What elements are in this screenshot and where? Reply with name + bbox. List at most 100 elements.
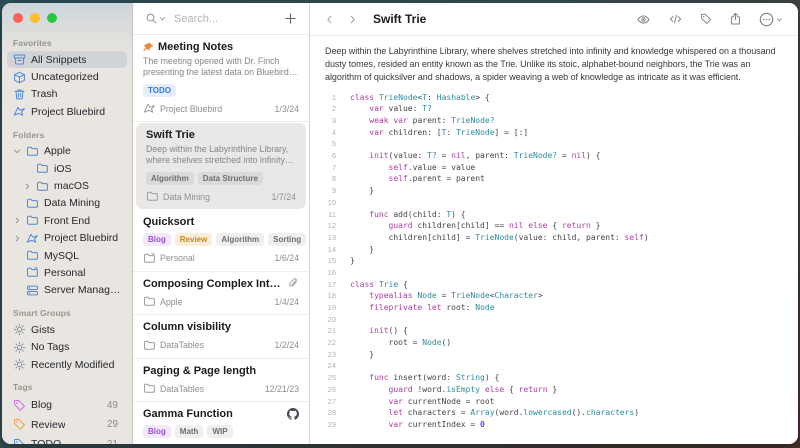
chevron-down-icon[interactable] <box>13 148 21 155</box>
sidebar-item-all-snippets[interactable]: All Snippets <box>7 51 127 68</box>
code-editor[interactable]: 1class TrieNode<T: Hashable> {2 var valu… <box>310 86 798 430</box>
sidebar-item-front-end[interactable]: Front End <box>7 212 127 229</box>
more-icon <box>759 12 774 27</box>
code-line: 3 weak var parent: TrieNode? <box>316 115 798 127</box>
sidebar-item-label: Data Mining <box>44 197 100 209</box>
sidebar-item-todo[interactable]: TODO21 <box>7 434 127 444</box>
add-snippet-button[interactable] <box>284 12 297 25</box>
tag-badge-sorting: Sorting <box>268 233 306 246</box>
snippet-date: 1/6/24 <box>275 253 299 263</box>
line-number: 13 <box>316 233 338 242</box>
line-number: 19 <box>316 303 338 312</box>
tag-icon <box>13 438 26 445</box>
sidebar-item-review[interactable]: Review29 <box>7 415 127 435</box>
tag-badge-blog: Blog <box>143 233 171 246</box>
code-icon <box>668 13 683 25</box>
more-button[interactable] <box>759 12 783 27</box>
back-button[interactable] <box>325 14 334 25</box>
code-line: 5 <box>316 138 798 150</box>
line-number: 25 <box>316 373 338 382</box>
sidebar-item-project-bluebird[interactable]: Project Bluebird <box>7 230 127 247</box>
sidebar-item-label: Review <box>31 419 65 431</box>
sidebar-item-uncategorized[interactable]: Uncategorized <box>7 68 127 85</box>
editor-pane: Swift Trie Deep within the Labyrinthine … <box>310 3 798 444</box>
sidebar-section-title: Smart Groups <box>13 308 122 318</box>
code-line: 9 } <box>316 185 798 197</box>
folder-icon <box>26 249 39 262</box>
code-button[interactable] <box>668 13 683 25</box>
snippet-date: 1/3/24 <box>275 104 299 114</box>
paperclip-icon <box>288 278 299 289</box>
sidebar-section-title: Tags <box>13 382 122 392</box>
code-line: 29 var currentIndex = 0 <box>316 419 798 431</box>
sidebar-item-no-tags[interactable]: No Tags <box>7 338 127 355</box>
list-item-composing-complex-interfaces[interactable]: Composing Complex InterfacesApple1/4/24 <box>133 272 309 316</box>
list-item-swift-trie[interactable]: Swift TrieDeep within the Labyrinthine L… <box>136 123 306 209</box>
tag-count-badge: 49 <box>107 400 122 411</box>
snippet-tags: BlogMathWIP <box>143 425 299 438</box>
snippet-folder-label: Apple <box>160 297 183 307</box>
zoom-button[interactable] <box>47 13 57 23</box>
bird-icon <box>26 232 39 245</box>
forward-button[interactable] <box>348 14 357 25</box>
list-item-gamma-function[interactable]: Gamma FunctionBlogMathWIPPersonal12/18/2… <box>133 402 309 444</box>
chevron-right-icon[interactable] <box>13 234 21 243</box>
snippet-folder-label: Data Mining <box>163 192 210 202</box>
tag-count-badge: 21 <box>107 439 122 445</box>
line-number: 28 <box>316 408 338 417</box>
sidebar-section-title: Folders <box>13 130 122 140</box>
snippet-footer: DataTables12/21/23 <box>143 382 299 395</box>
eye-button[interactable] <box>636 13 651 26</box>
sidebar-item-apple[interactable]: Apple <box>7 143 127 160</box>
line-number: 10 <box>316 198 338 207</box>
snippet-date: 1/2/24 <box>275 340 299 350</box>
sidebar-item-label: Project Bluebird <box>31 106 105 118</box>
traffic-lights <box>2 9 132 29</box>
code-line: 7 self.value = value <box>316 161 798 173</box>
sidebar-item-recently-modified[interactable]: Recently Modified <box>7 356 127 373</box>
minimize-button[interactable] <box>30 13 40 23</box>
sidebar-item-data-mining[interactable]: Data Mining <box>7 195 127 212</box>
code-line: 8 self.parent = parent <box>316 173 798 185</box>
sidebar-item-personal[interactable]: Personal <box>7 264 127 281</box>
tag-button[interactable] <box>700 13 712 25</box>
sidebar-item-mysql[interactable]: MySQL <box>7 247 127 264</box>
sidebar-item-project-bluebird[interactable]: Project Bluebird <box>7 103 127 120</box>
share-button[interactable] <box>729 12 742 26</box>
tag-icon <box>13 399 26 412</box>
gear-icon <box>13 341 26 354</box>
snippet-folder-label: DataTables <box>160 340 204 350</box>
code-line: 26 guard !word.isEmpty else { return } <box>316 383 798 395</box>
snippet-folder-label: DataTables <box>160 384 204 394</box>
close-button[interactable] <box>13 13 23 23</box>
list-item-column-visibility[interactable]: Column visibilityDataTables1/2/24 <box>133 315 309 359</box>
list-item-paging-page-length[interactable]: Paging & Page lengthDataTables12/21/23 <box>133 359 309 403</box>
sidebar-item-macos[interactable]: macOS <box>7 177 127 194</box>
snippet-description: Deep within the Labyrinthine Library, wh… <box>310 36 798 86</box>
sidebar-item-trash[interactable]: Trash <box>7 86 127 103</box>
sidebar-item-gists[interactable]: Gists <box>7 321 127 338</box>
folder-badge-icon <box>26 266 39 279</box>
snippet-preview: Deep within the Labyrinthine Library, wh… <box>146 144 296 167</box>
sidebar-section-title: Favorites <box>13 38 122 48</box>
magnifier-icon <box>145 12 158 25</box>
page-title: Swift Trie <box>373 12 426 26</box>
bird-icon <box>13 105 26 118</box>
folder-icon <box>26 214 39 227</box>
snippet-footer: Personal1/6/24 <box>143 252 299 265</box>
list-item-meeting-notes[interactable]: Meeting NotesThe meeting opened with Dr.… <box>133 35 309 122</box>
sidebar-item-server-management[interactable]: Server Management <box>7 282 127 299</box>
sidebar-item-label: Front End <box>44 215 90 227</box>
snippet-tags: BlogReviewAlgorithmSorting+2 <box>143 233 299 246</box>
sidebar-item-label: Trash <box>31 88 57 100</box>
code-line: 6 init(value: T? = nil, parent: TrieNode… <box>316 150 798 162</box>
code-line: 20 <box>316 313 798 325</box>
chevron-right-icon[interactable] <box>13 216 21 225</box>
chevron-right-icon[interactable] <box>23 182 31 191</box>
sidebar-item-ios[interactable]: iOS <box>7 160 127 177</box>
sidebar-item-blog[interactable]: Blog49 <box>7 395 127 415</box>
search-input[interactable]: Search... <box>174 13 281 25</box>
list-item-quicksort[interactable]: QuicksortBlogReviewAlgorithmSorting+2Per… <box>133 210 309 272</box>
sidebar-item-label: Uncategorized <box>31 71 99 83</box>
search-icon[interactable] <box>145 12 166 25</box>
